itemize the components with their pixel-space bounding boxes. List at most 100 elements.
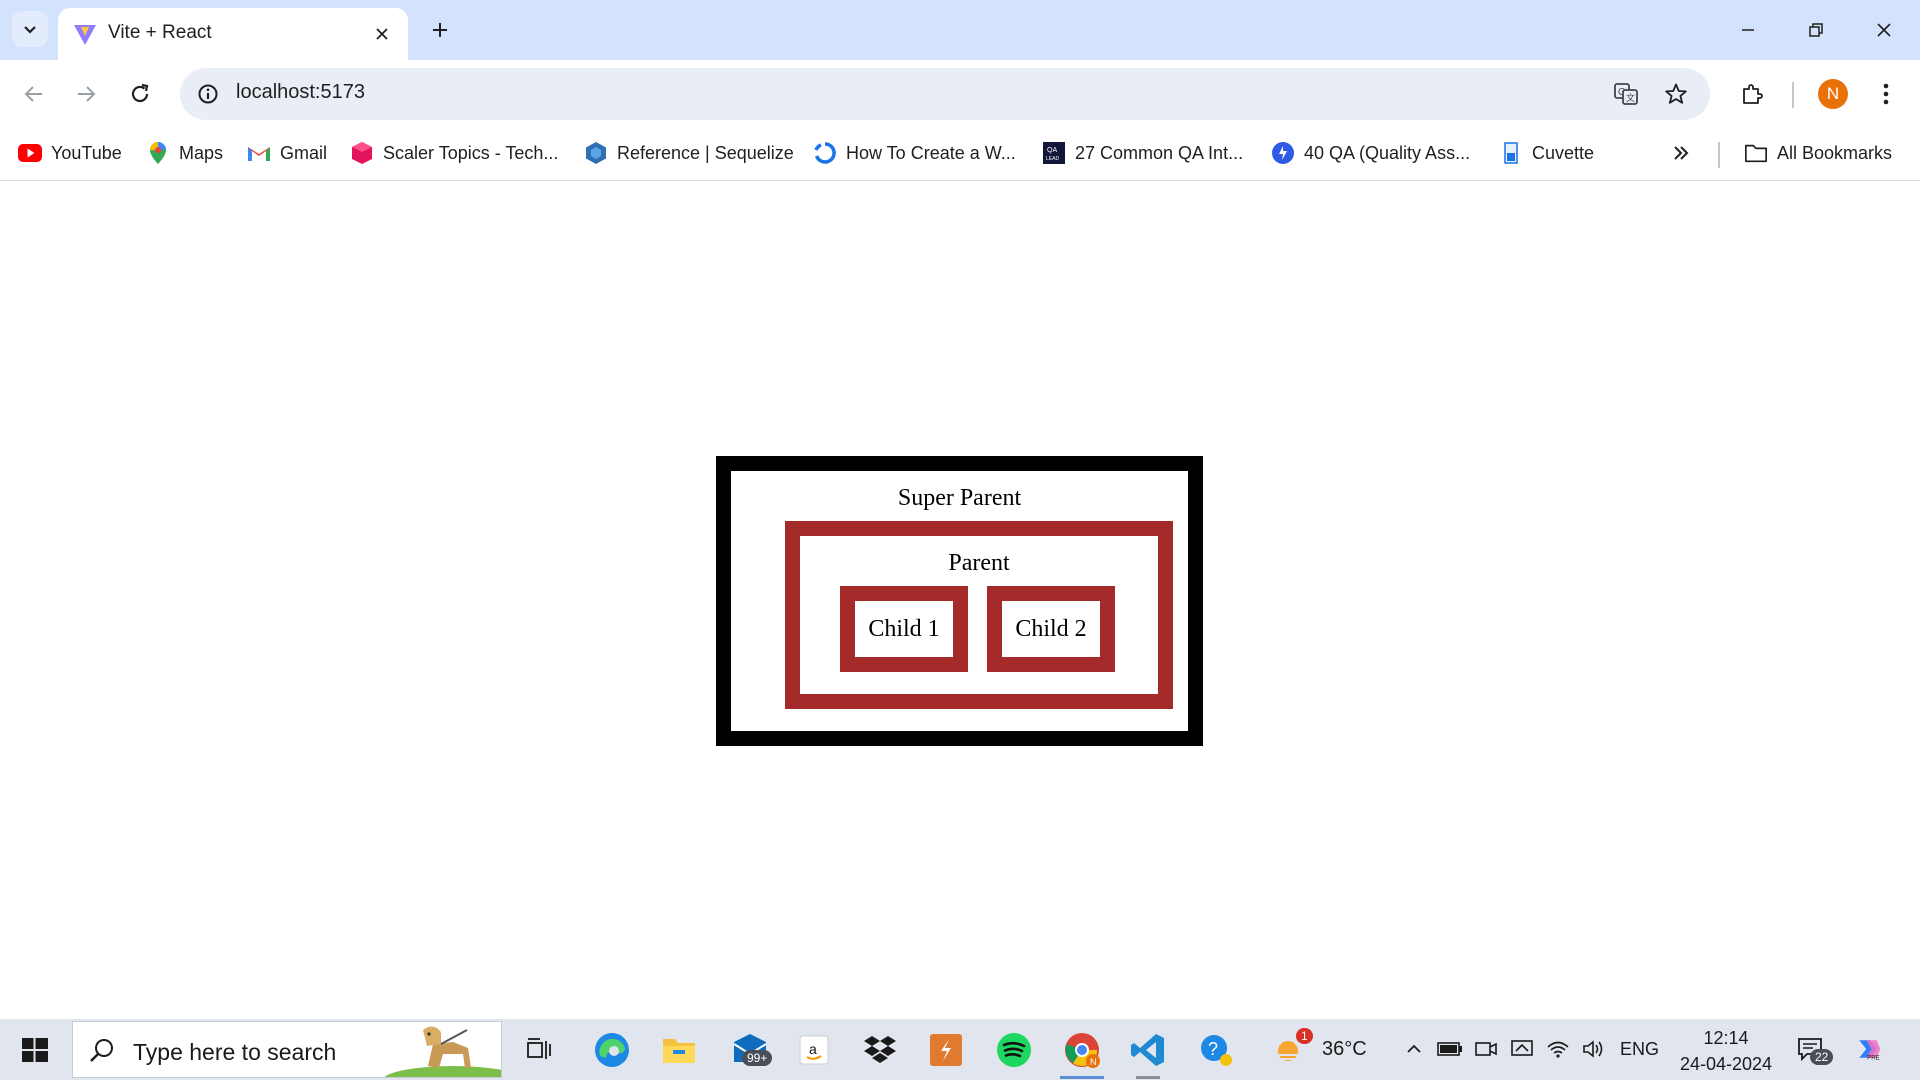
youtube-icon — [18, 141, 42, 165]
child-1-label: Child 1 — [868, 615, 940, 642]
bookmark-star-button[interactable] — [1660, 78, 1692, 110]
taskbar-edge[interactable] — [584, 1024, 640, 1076]
bookmark-cuvette[interactable]: Cuvette — [1499, 138, 1594, 168]
child-2-label: Child 2 — [1015, 615, 1087, 642]
bookmark-sequelize[interactable]: Reference | Sequelize — [584, 138, 794, 168]
minimize-button[interactable] — [1720, 8, 1776, 52]
battery-status[interactable] — [1436, 1035, 1464, 1063]
svg-text:?: ? — [1208, 1039, 1218, 1059]
bookmark-youtube[interactable]: YouTube — [18, 138, 122, 168]
star-icon — [1665, 83, 1687, 104]
more-bookmarks-button[interactable] — [1672, 138, 1690, 168]
restore-button[interactable] — [1788, 8, 1844, 52]
browser-menu-button[interactable] — [1866, 74, 1906, 114]
forward-button[interactable] — [66, 74, 106, 114]
parent-box: Parent Child 1 Child 2 — [785, 521, 1173, 709]
tab-strip: Vite + React — [0, 0, 1920, 60]
bookmark-scaler-topics[interactable]: Scaler Topics - Tech... — [350, 138, 558, 168]
screen-share-icon — [1511, 1040, 1533, 1056]
taskbar-help[interactable]: ? — [1188, 1024, 1244, 1076]
bookmark-qa-interview[interactable]: QA LEAD 27 Common QA Int... — [1042, 138, 1243, 168]
super-parent-label: Super Parent — [897, 485, 1022, 511]
chevron-down-icon — [24, 26, 36, 34]
copilot-icon: PRE — [1859, 1040, 1881, 1062]
taskbar-sublime[interactable] — [918, 1024, 974, 1076]
sublime-text-icon — [930, 1034, 962, 1066]
cuvette-icon — [1499, 141, 1523, 165]
avatar: N — [1818, 79, 1848, 109]
windows-logo-icon — [22, 1037, 48, 1062]
taskbar-mail[interactable]: 99+ — [722, 1024, 778, 1076]
wifi-icon — [1547, 1041, 1569, 1058]
camera-icon — [1475, 1042, 1497, 1056]
address-bar[interactable]: localhost:5173 G文 — [180, 68, 1710, 120]
help-icon: ? — [1201, 1035, 1232, 1066]
taskbar-spotify[interactable] — [986, 1024, 1042, 1076]
bookmark-qa-quality[interactable]: 40 QA (Quality Ass... — [1271, 138, 1470, 168]
show-hidden-icons-button[interactable] — [1400, 1035, 1428, 1063]
notification-center-button[interactable]: 22 — [1796, 1035, 1834, 1065]
bookmark-how-to-create[interactable]: How To Create a W... — [813, 138, 1016, 168]
bookmark-label: Cuvette — [1532, 142, 1595, 163]
taskbar-vscode[interactable] — [1120, 1024, 1176, 1079]
bookmark-label: Gmail — [280, 142, 328, 163]
search-placeholder: Type here to search — [133, 1039, 337, 1065]
qa-lead-icon: QA LEAD — [1042, 141, 1066, 165]
close-window-button[interactable] — [1856, 8, 1912, 52]
battery-icon — [1437, 1042, 1462, 1056]
clock[interactable]: 12:14 24-04-2024 — [1676, 1025, 1776, 1077]
back-button[interactable] — [14, 74, 54, 114]
svg-text:N: N — [1090, 1057, 1097, 1067]
task-view-button[interactable] — [512, 1024, 568, 1076]
maps-icon — [146, 141, 170, 165]
bookmark-label: 40 QA (Quality Ass... — [1304, 142, 1471, 163]
profile-button[interactable]: N — [1813, 74, 1853, 114]
translate-button[interactable]: G文 — [1610, 78, 1642, 110]
search-icon — [90, 1039, 113, 1062]
url-text[interactable]: localhost:5173 — [236, 81, 365, 104]
bookmark-label: Scaler Topics - Tech... — [383, 142, 559, 163]
wifi-status[interactable] — [1544, 1035, 1572, 1063]
taskbar-search-box[interactable]: Type here to search — [72, 1021, 502, 1078]
tab-vite-react[interactable]: Vite + React — [58, 8, 408, 60]
gmail-icon — [247, 141, 271, 165]
qa-icon — [1271, 141, 1295, 165]
new-tab-button[interactable] — [422, 12, 458, 48]
all-bookmarks-button[interactable]: All Bookmarks — [1744, 138, 1892, 168]
search-highlight-dog-icon — [384, 1026, 501, 1077]
minimize-icon — [1742, 29, 1754, 31]
translate-icon: G文 — [1614, 83, 1638, 105]
tab-search-button[interactable] — [12, 11, 48, 47]
input-language[interactable]: ENG — [1620, 1039, 1659, 1060]
taskbar-chrome[interactable]: N — [1054, 1024, 1110, 1079]
start-button[interactable] — [0, 1019, 70, 1080]
spotify-icon — [997, 1033, 1031, 1067]
volume-button[interactable] — [1580, 1035, 1608, 1063]
copilot-button[interactable]: PRE — [1854, 1035, 1882, 1063]
site-info-button[interactable] — [192, 78, 224, 110]
bookmark-gmail[interactable]: Gmail — [247, 138, 327, 168]
bookmark-label: How To Create a W... — [846, 142, 1016, 163]
close-tab-button[interactable] — [368, 20, 396, 48]
super-parent-box: Super Parent Parent Child 1 Child 2 — [716, 456, 1203, 746]
close-icon — [1877, 23, 1891, 37]
mail-badge: 99+ — [742, 1050, 773, 1066]
child-2-box: Child 2 — [987, 586, 1115, 672]
extensions-button[interactable] — [1732, 74, 1772, 114]
taskbar-file-explorer[interactable] — [651, 1024, 707, 1076]
vite-logo-icon — [74, 25, 96, 45]
bookmark-maps[interactable]: Maps — [146, 138, 223, 168]
taskbar-dropbox[interactable] — [852, 1024, 908, 1076]
task-view-icon — [527, 1038, 551, 1059]
toolbar-divider — [1792, 82, 1794, 108]
taskbar-amazon[interactable]: a — [786, 1024, 842, 1076]
reload-button[interactable] — [120, 74, 160, 114]
bookmarks-divider — [1718, 142, 1720, 168]
network-share-status[interactable] — [1508, 1035, 1536, 1063]
taskbar-weather[interactable]: 1 — [1262, 1024, 1318, 1076]
weather-temperature[interactable]: 36°C — [1322, 1038, 1367, 1061]
child-1-box: Child 1 — [840, 586, 968, 672]
browser-toolbar: localhost:5173 G文 N — [0, 60, 1920, 128]
camera-status[interactable] — [1472, 1035, 1500, 1063]
reload-icon — [131, 83, 149, 103]
